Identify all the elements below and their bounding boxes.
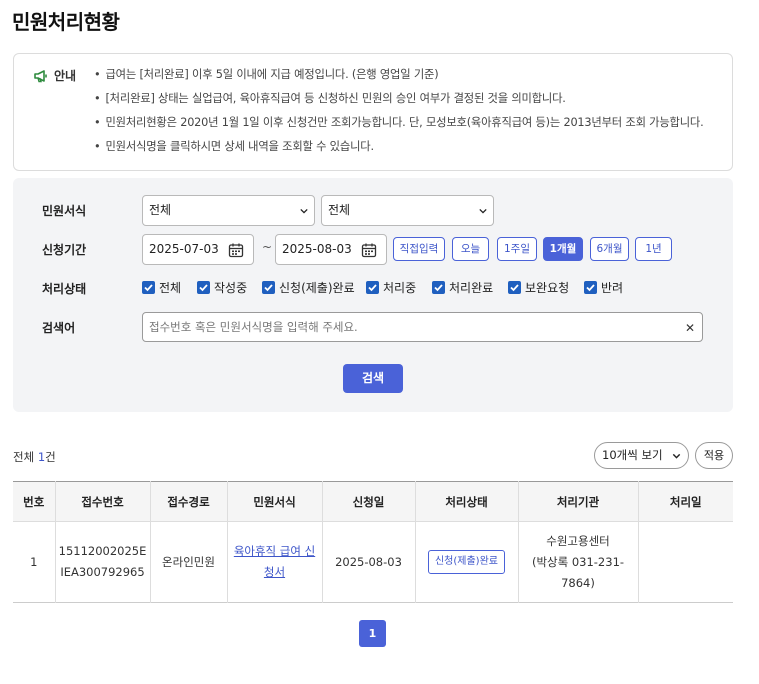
notice-item: 민원처리현황은 2020년 1월 1일 이후 신청건만 조회가능합니다. 단, …: [94, 115, 703, 139]
column-header: 처리일: [669, 494, 702, 509]
checkbox-checked-icon: [142, 280, 155, 294]
total-count: 전체 1건: [13, 449, 56, 465]
checkbox-checked-icon: [262, 280, 275, 294]
status-option-label: 처리완료: [449, 280, 494, 295]
receipt-line: IEA300792965: [60, 565, 145, 579]
column-header: 처리상태: [415, 481, 519, 522]
form-name-line: 청서: [263, 565, 286, 579]
calendar-icon[interactable]: [228, 242, 244, 258]
period-button-6month[interactable]: 6개월: [590, 237, 629, 261]
form-label: 민원서식: [42, 204, 87, 218]
search-button[interactable]: 검색: [343, 364, 403, 393]
total-prefix: 전체: [13, 450, 38, 464]
status-checkbox-completed[interactable]: 처리완료: [432, 279, 493, 295]
form-name-link[interactable]: 육아휴직 급여 신 청서: [234, 544, 315, 579]
megaphone-icon: [34, 70, 47, 83]
column-header: 처리기관: [518, 481, 639, 522]
status-option-label: 보완요청: [525, 280, 570, 295]
cell-processed-date: [638, 522, 733, 603]
period-button-custom[interactable]: 직접입력: [393, 237, 445, 261]
form-name-line: 육아휴직 급여 신: [233, 544, 316, 558]
column-header: 접수경로: [150, 481, 228, 522]
page-title: 민원처리현황: [12, 10, 120, 34]
status-checkbox-processing[interactable]: 처리중: [366, 279, 416, 295]
column-header: 민원서식: [227, 481, 323, 522]
form-category-select[interactable]: 전체: [142, 195, 315, 226]
status-option-label: 작성중: [214, 280, 248, 295]
period-button-today[interactable]: 오늘: [452, 237, 489, 261]
notice-item: 급여는 [처리완료] 이후 5일 이내에 지급 예정입니다. (은행 영업일 기…: [94, 67, 704, 91]
notice-box: 안내 급여는 [처리완료] 이후 5일 이내에 지급 예정입니다. (은행 영업…: [13, 53, 733, 171]
status-checkbox-supplement[interactable]: 보완요청: [508, 279, 569, 295]
table-header-row: 번호 접수번호 접수경로 민원서식 신청일 처리상태 처리기관 처리일: [13, 481, 733, 522]
notice-list: 급여는 [처리완료] 이후 5일 이내에 지급 예정입니다. (은행 영업일 기…: [94, 67, 704, 163]
status-option-label: 처리중: [383, 280, 417, 295]
status-button[interactable]: 신청(제출)완료: [427, 550, 505, 574]
date-range-separator: ~: [262, 240, 273, 254]
status-option-label: 신청(제출)완료: [279, 280, 355, 295]
agency-line: 7864): [561, 575, 595, 590]
total-suffix: 건: [45, 450, 56, 464]
cell-status: 신청(제출)완료: [415, 521, 519, 603]
period-button-1month[interactable]: 1개월: [543, 237, 583, 261]
cell-number: 1: [13, 521, 56, 603]
status-checkbox-submitted[interactable]: 신청(제출)완료: [262, 279, 355, 295]
calendar-icon[interactable]: [361, 242, 377, 258]
status-label: 처리상태: [42, 282, 87, 296]
notice-item: 민원서식명을 클릭하시면 상세 내역을 조회할 수 있습니다.: [94, 139, 704, 163]
chevron-down-icon: [300, 208, 308, 214]
form-name-value: 전체: [328, 203, 351, 217]
period-button-1week[interactable]: 1주일: [497, 237, 537, 261]
keyword-label: 검색어: [42, 321, 76, 335]
period-button-1year[interactable]: 1년: [635, 237, 672, 261]
clear-icon[interactable]: ✕: [685, 321, 695, 335]
status-checkbox-all[interactable]: 전체: [142, 279, 181, 295]
checkbox-checked-icon: [197, 280, 210, 294]
status-checkbox-rejected[interactable]: 반려: [584, 279, 623, 295]
table-row: 1 15112002025E IEA300792965 온라인민원 육아휴직 급…: [13, 521, 733, 603]
cell-channel: 온라인민원: [150, 521, 228, 603]
form-category-value: 전체: [149, 203, 172, 217]
date-to-value: 2025-08-03: [282, 242, 352, 256]
agency-line: (박상록 031-231-: [531, 554, 625, 569]
notice-item: [처리완료] 상태는 실업급여, 육아휴직급여 등 신청하신 민원의 승인 여부…: [94, 91, 704, 115]
agency-line: 수원고용센터: [546, 533, 610, 548]
results-table: 번호 접수번호 접수경로 민원서식 신청일 처리상태 처리기관 처리일 1 15…: [13, 481, 733, 603]
cell-agency: 수원고용센터 (박상록 031-231- 7864): [518, 521, 639, 603]
status-option-label: 전체: [159, 280, 182, 295]
period-label: 신청기간: [42, 243, 87, 257]
column-header: 번호: [13, 481, 56, 522]
keyword-input[interactable]: [149, 313, 669, 341]
notice-label: 안내: [54, 69, 77, 83]
chevron-down-icon: [479, 208, 487, 214]
form-name-select[interactable]: 전체: [321, 195, 494, 226]
chevron-down-icon: [672, 453, 681, 459]
checkbox-checked-icon: [584, 280, 597, 294]
per-page-select[interactable]: 10개씩 보기: [594, 442, 689, 469]
status-option-label: 반려: [601, 280, 624, 295]
date-from-input[interactable]: 2025-07-03: [142, 234, 254, 265]
status-checkbox-draft[interactable]: 작성중: [197, 279, 247, 295]
checkbox-checked-icon: [366, 280, 379, 294]
date-to-input[interactable]: 2025-08-03: [275, 234, 387, 265]
search-filter-panel: 민원서식 전체 전체 신청기간 2025-07-03 ~ 2025-08-03 …: [13, 178, 733, 412]
apply-button[interactable]: 적용: [695, 442, 733, 469]
checkbox-checked-icon: [508, 280, 521, 294]
cell-apply-date: 2025-08-03: [322, 521, 416, 603]
per-page-value: 10개씩 보기: [602, 448, 663, 462]
cell-receipt-number: 15112002025E IEA300792965: [55, 521, 151, 603]
checkbox-checked-icon: [432, 280, 445, 294]
cell-form-name: 육아휴직 급여 신 청서: [227, 521, 323, 603]
keyword-field: ✕: [142, 312, 703, 342]
column-header: 신청일: [322, 481, 416, 522]
date-from-value: 2025-07-03: [149, 242, 219, 256]
pagination-page-current[interactable]: 1: [359, 620, 386, 647]
receipt-line: 15112002025E: [58, 544, 147, 558]
column-header: 접수번호: [55, 481, 151, 522]
